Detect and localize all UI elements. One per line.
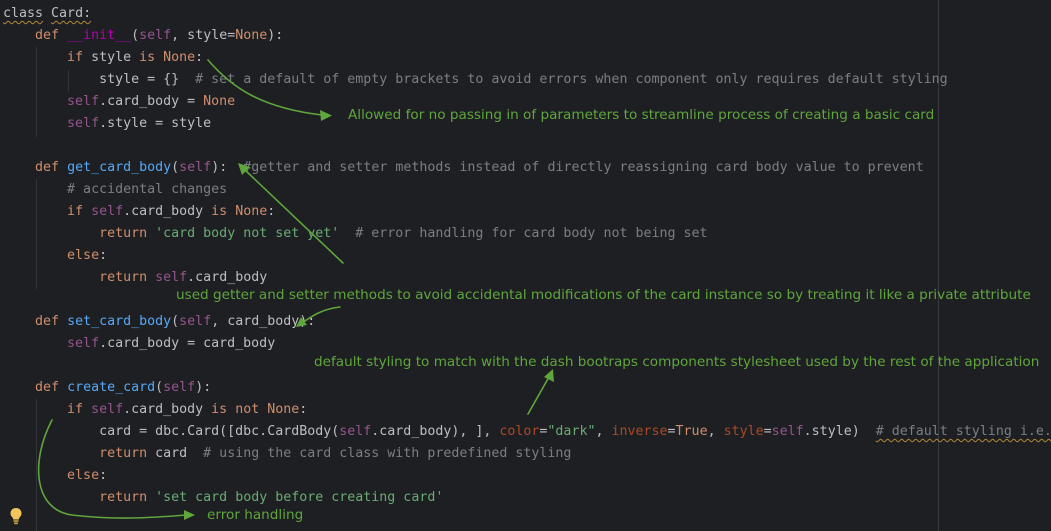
annotation-arrows	[37, 59, 554, 520]
arrowhead	[320, 110, 332, 121]
arrow-default-style	[527, 376, 550, 415]
annotation-default-params: Allowed for no passing in of parameters …	[348, 107, 935, 123]
code-editor[interactable]: class Card: def __init__(self, style=Non…	[0, 0, 1051, 531]
arrowhead	[184, 510, 195, 520]
arrow-default-param	[207, 59, 323, 116]
arrow-getter	[244, 169, 344, 264]
arrow-error-handling	[37, 419, 187, 519]
annotation-getter-setter: used getter and setter methods to avoid …	[176, 287, 1031, 303]
arrow-setter	[301, 306, 341, 324]
annotation-error-handling: error handling	[207, 507, 304, 523]
arrowhead	[296, 317, 307, 327]
annotation-default-styling: default styling to match with the dash b…	[314, 354, 1040, 370]
lightbulb-icon[interactable]	[9, 507, 23, 525]
